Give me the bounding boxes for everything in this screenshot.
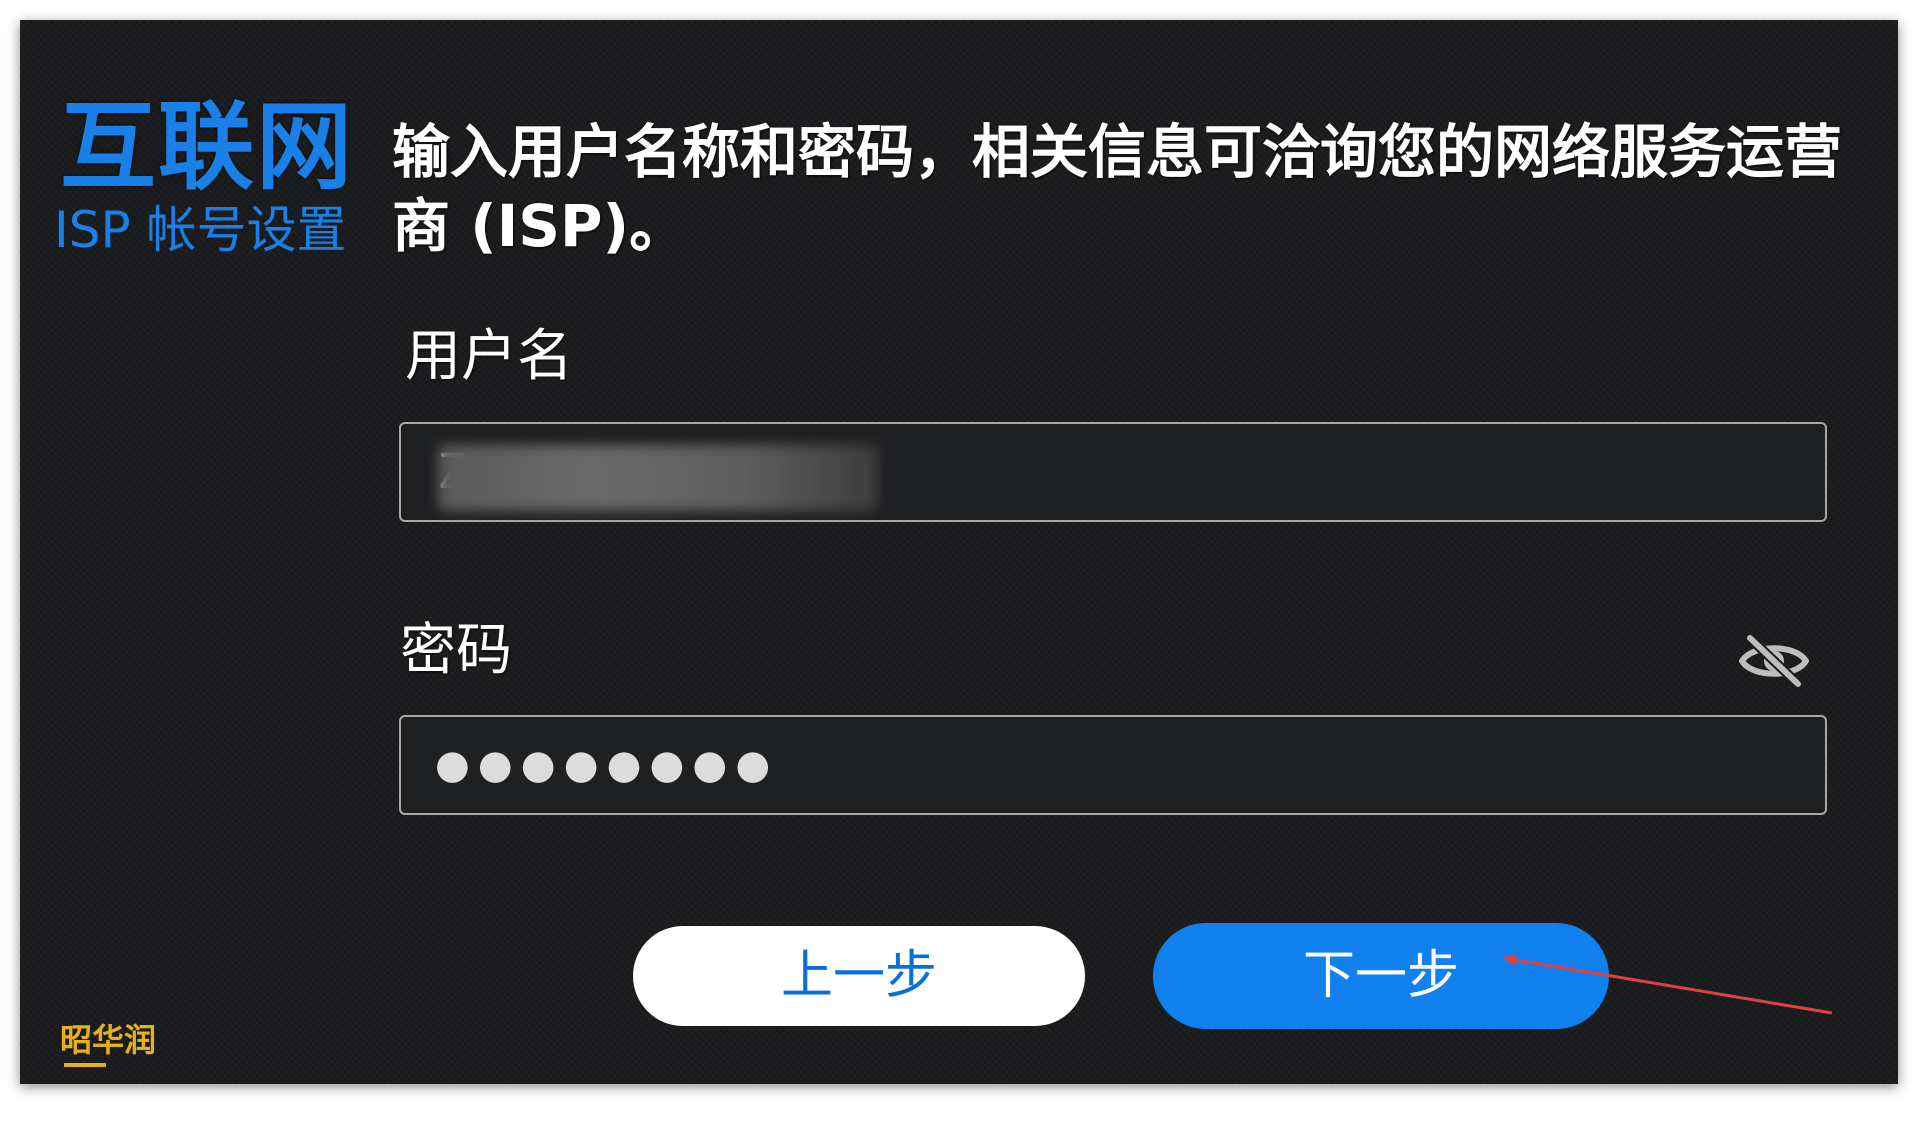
section-subtitle: ISP 帐号设置: [54, 201, 347, 259]
watermark-text: 昭华润: [60, 1021, 157, 1059]
eye-slash-icon[interactable]: [1736, 632, 1812, 690]
username-label: 用户名: [405, 324, 573, 389]
password-label: 密码: [400, 618, 512, 683]
isp-setup-panel: 互联网 ISP 帐号设置 输入用户名称和密码，相关信息可洽询您的网络服务运营商 …: [20, 20, 1898, 1084]
instruction-text: 输入用户名称和密码，相关信息可洽询您的网络服务运营商 (ISP)。: [392, 118, 1843, 260]
username-input[interactable]: [399, 422, 1827, 522]
password-input[interactable]: [399, 715, 1827, 815]
watermark-underline: [64, 1063, 106, 1067]
section-title: 互联网: [60, 91, 354, 203]
next-button[interactable]: 下一步: [1153, 923, 1609, 1029]
back-button[interactable]: 上一步: [633, 926, 1085, 1026]
watermark-logo: 昭华润: [60, 1020, 170, 1070]
